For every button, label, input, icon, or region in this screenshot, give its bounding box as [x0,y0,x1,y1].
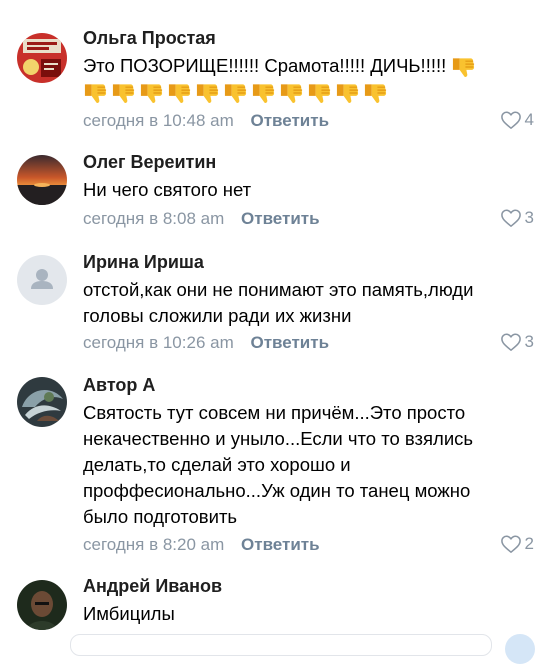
avatar-image [17,580,67,630]
like-count: 2 [524,534,534,553]
heart-outline-icon [500,110,522,130]
avatar[interactable] [17,155,67,205]
avatar[interactable] [17,377,67,427]
avatar-image [17,33,67,83]
heart-outline-icon [500,534,522,554]
like-count: 3 [524,208,534,227]
comment-text: Ни чего святого нет [83,177,543,203]
thumbs-down-icon [167,82,192,104]
author-name[interactable]: Ольга Простая [83,28,216,49]
comment-meta: сегодня в 8:20 am Ответить [83,535,320,555]
thumbs-down-icon [251,82,276,104]
comment-text: Имбицилы [83,601,543,627]
comment-text-line: Имбицилы [83,603,175,624]
thumbs-down-icon [111,82,136,104]
comment-text: Святость тут совсем ни причём...Это прос… [83,400,543,530]
author-name[interactable]: Ирина Ириша [83,252,204,273]
comment-text-line: было подготовить [83,506,238,527]
author-name[interactable]: Олег Вереитин [83,152,216,173]
thumbs-down-icon [139,82,164,104]
send-button[interactable] [505,634,535,664]
reply-button[interactable]: Ответить [250,333,329,352]
comment-meta: сегодня в 10:48 am Ответить [83,111,329,131]
comment-text: отстой,как они не понимают это память,лю… [83,277,543,329]
timestamp: сегодня в 8:08 am [83,209,225,228]
like-button[interactable]: 3 [500,208,534,228]
like-count: 4 [524,110,534,129]
heart-outline-icon [500,332,522,352]
thumbs-down-icon [223,82,248,104]
comment-text-line: Святость тут совсем ни причём...Это прос… [83,402,466,423]
comment-text-line: проффесионально...Уж один то танец можно [83,480,471,501]
avatar-image [17,155,67,205]
thumbs-down-icon [279,82,304,104]
reply-button[interactable]: Ответить [241,209,320,228]
emoji-row [83,79,543,107]
timestamp: сегодня в 10:48 am [83,111,234,130]
avatar-image [17,377,67,427]
comment-meta: сегодня в 8:08 am Ответить [83,209,320,229]
avatar[interactable] [17,580,67,630]
person-icon [17,255,67,305]
author-name[interactable]: Андрей Иванов [83,576,222,597]
timestamp: сегодня в 8:20 am [83,535,225,554]
comment-text-line: некачественно и уныло...Если что то взял… [83,428,474,449]
comment-text-line: Это ПОЗОРИЩЕ!!!!!! Срамота!!!!! ДИЧЬ!!!!… [83,55,447,76]
thumbs-down-icon [307,82,332,104]
heart-outline-icon [500,208,522,228]
like-button[interactable]: 2 [500,534,534,554]
comment-input[interactable] [70,634,492,656]
comment-text-line: отстой,как они не понимают это память,лю… [83,279,474,300]
comment-text-line: Ни чего святого нет [83,179,252,200]
comment-text-line: делать,то сделай это хорошо и [83,454,351,475]
avatar[interactable] [17,255,67,305]
author-name[interactable]: Автор А [83,375,155,396]
avatar[interactable] [17,33,67,83]
thumbs-down-icon [451,56,476,78]
timestamp: сегодня в 10:26 am [83,333,234,352]
comment-input-bar [0,630,555,664]
thumbs-down-icon [195,82,220,104]
like-count: 3 [524,332,534,351]
reply-button[interactable]: Ответить [241,535,320,554]
comment-meta: сегодня в 10:26 am Ответить [83,333,329,353]
reply-button[interactable]: Ответить [250,111,329,130]
like-button[interactable]: 4 [500,110,534,130]
like-button[interactable]: 3 [500,332,534,352]
thumbs-down-icon [363,82,388,104]
comment-text-line: головы сложили ради их жизни [83,305,352,326]
thumbs-down-icon [83,82,108,104]
thumbs-down-icon [335,82,360,104]
comment-text: Это ПОЗОРИЩЕ!!!!!! Срамота!!!!! ДИЧЬ!!!!… [83,53,543,107]
